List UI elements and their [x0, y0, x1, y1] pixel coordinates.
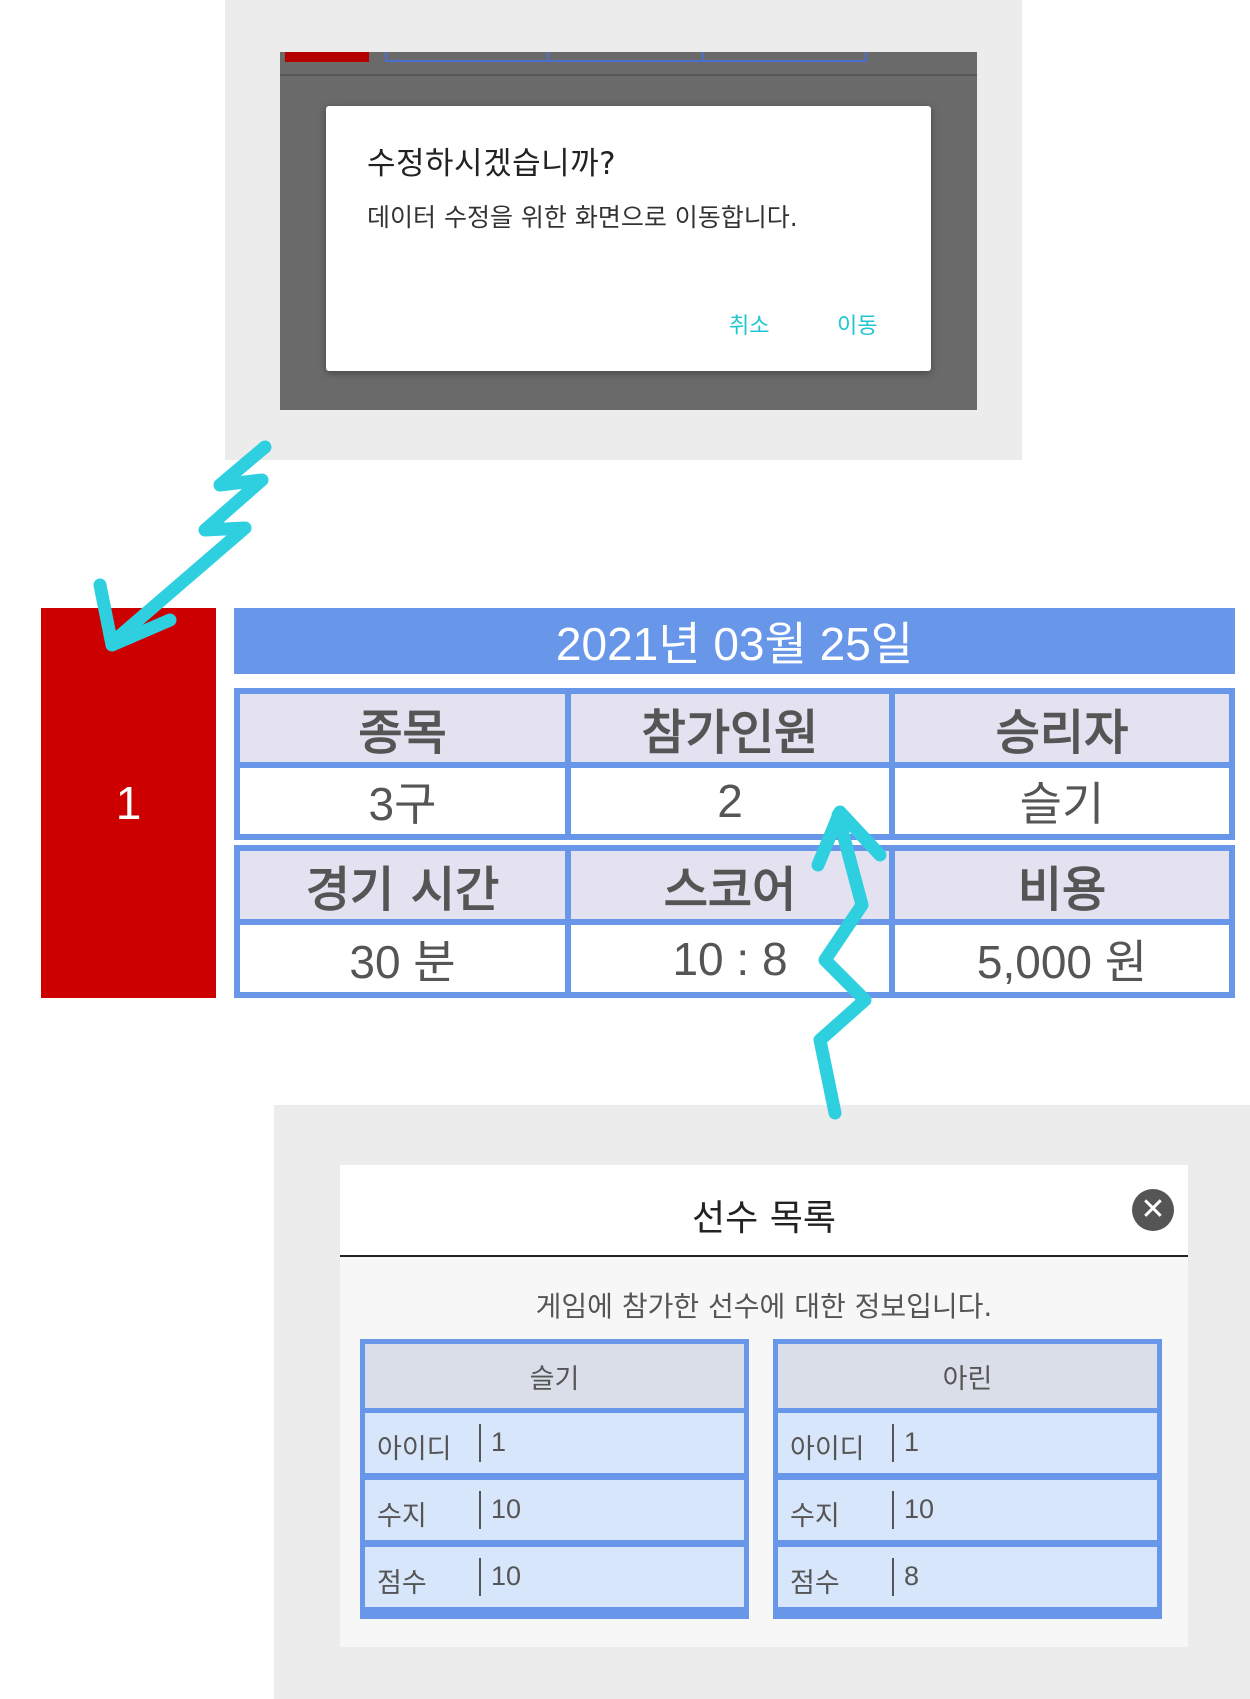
dialog-title: 수정하시겠습니까?	[367, 146, 617, 182]
game-number-cell[interactable]: 1	[41, 608, 216, 998]
row-value: 10	[491, 1561, 522, 1591]
move-button[interactable]: 이동	[837, 308, 877, 340]
modal-description: 게임에 참가한 선수에 대한 정보입니다.	[535, 1290, 993, 1323]
row-label: 수지	[790, 1501, 840, 1532]
player-card: 슬기 아이디 1 수지 10 점수 10	[360, 1339, 749, 1619]
player-row-handicap: 수지 10	[778, 1480, 1157, 1540]
player-card: 아린 아이디 1 수지 10 점수 8	[773, 1339, 1162, 1619]
player-list-screenshot: 선수 목록 ✕ 게임에 참가한 선수에 대한 정보입니다. 슬기 아이디 1 수…	[274, 1105, 1250, 1699]
value-event: 3구	[240, 768, 565, 834]
close-icon[interactable]: ✕	[1132, 1189, 1174, 1231]
row-value: 1	[491, 1427, 507, 1457]
player-row-handicap: 수지 10	[365, 1480, 744, 1540]
player-row-id: 아이디 1	[778, 1413, 1157, 1473]
row-value: 8	[904, 1561, 920, 1591]
row-label: 점수	[377, 1568, 427, 1599]
partial-table-row	[385, 52, 867, 62]
player-name: 슬기	[365, 1344, 744, 1408]
value-score: 10 : 8	[571, 925, 889, 992]
divider	[479, 1424, 481, 1462]
divider	[892, 1491, 894, 1529]
dialog-message: 데이터 수정을 위한 화면으로 이동합니다.	[367, 203, 798, 232]
game-info-grid-top[interactable]: 종목 참가인원 승리자 3구 2 슬기	[234, 688, 1235, 840]
header-participants: 참가인원	[571, 694, 889, 762]
player-row-id: 아이디 1	[365, 1413, 744, 1473]
divider	[280, 74, 977, 76]
row-value: 10	[491, 1494, 522, 1524]
player-row-score: 점수 8	[778, 1547, 1157, 1607]
header-cost: 비용	[895, 851, 1229, 919]
row-value: 10	[904, 1494, 935, 1524]
value-winner: 슬기	[895, 768, 1229, 834]
confirm-screenshot: 수정하시겠습니까? 데이터 수정을 위한 화면으로 이동합니다. 취소 이동	[225, 0, 1022, 460]
row-label: 점수	[790, 1568, 840, 1599]
player-name: 아린	[778, 1344, 1157, 1408]
divider	[892, 1558, 894, 1596]
value-game-time: 30 분	[240, 925, 565, 992]
value-participants[interactable]: 2	[571, 768, 889, 834]
row-label: 아이디	[377, 1434, 452, 1465]
confirm-dialog: 수정하시겠습니까? 데이터 수정을 위한 화면으로 이동합니다. 취소 이동	[326, 106, 931, 371]
partial-number-cell	[285, 52, 369, 62]
modal-header: 선수 목록 ✕	[340, 1165, 1188, 1257]
game-info-grid-bottom[interactable]: 경기 시간 스코어 비용 30 분 10 : 8 5,000 원	[234, 845, 1235, 998]
row-value: 1	[904, 1427, 920, 1457]
player-list-modal: 선수 목록 ✕ 게임에 참가한 선수에 대한 정보입니다. 슬기 아이디 1 수…	[340, 1165, 1188, 1647]
value-cost: 5,000 원	[895, 925, 1229, 992]
cancel-button[interactable]: 취소	[729, 308, 769, 340]
header-game-time: 경기 시간	[240, 851, 565, 919]
divider	[479, 1558, 481, 1596]
divider	[892, 1424, 894, 1462]
game-date-bar: 2021년 03월 25일	[234, 608, 1235, 674]
header-event: 종목	[240, 694, 565, 762]
modal-title: 선수 목록	[692, 1198, 836, 1239]
header-score: 스코어	[571, 851, 889, 919]
player-row-score: 점수 10	[365, 1547, 744, 1607]
row-label: 아이디	[790, 1434, 865, 1465]
divider	[479, 1491, 481, 1529]
header-winner: 승리자	[895, 694, 1229, 762]
row-label: 수지	[377, 1501, 427, 1532]
